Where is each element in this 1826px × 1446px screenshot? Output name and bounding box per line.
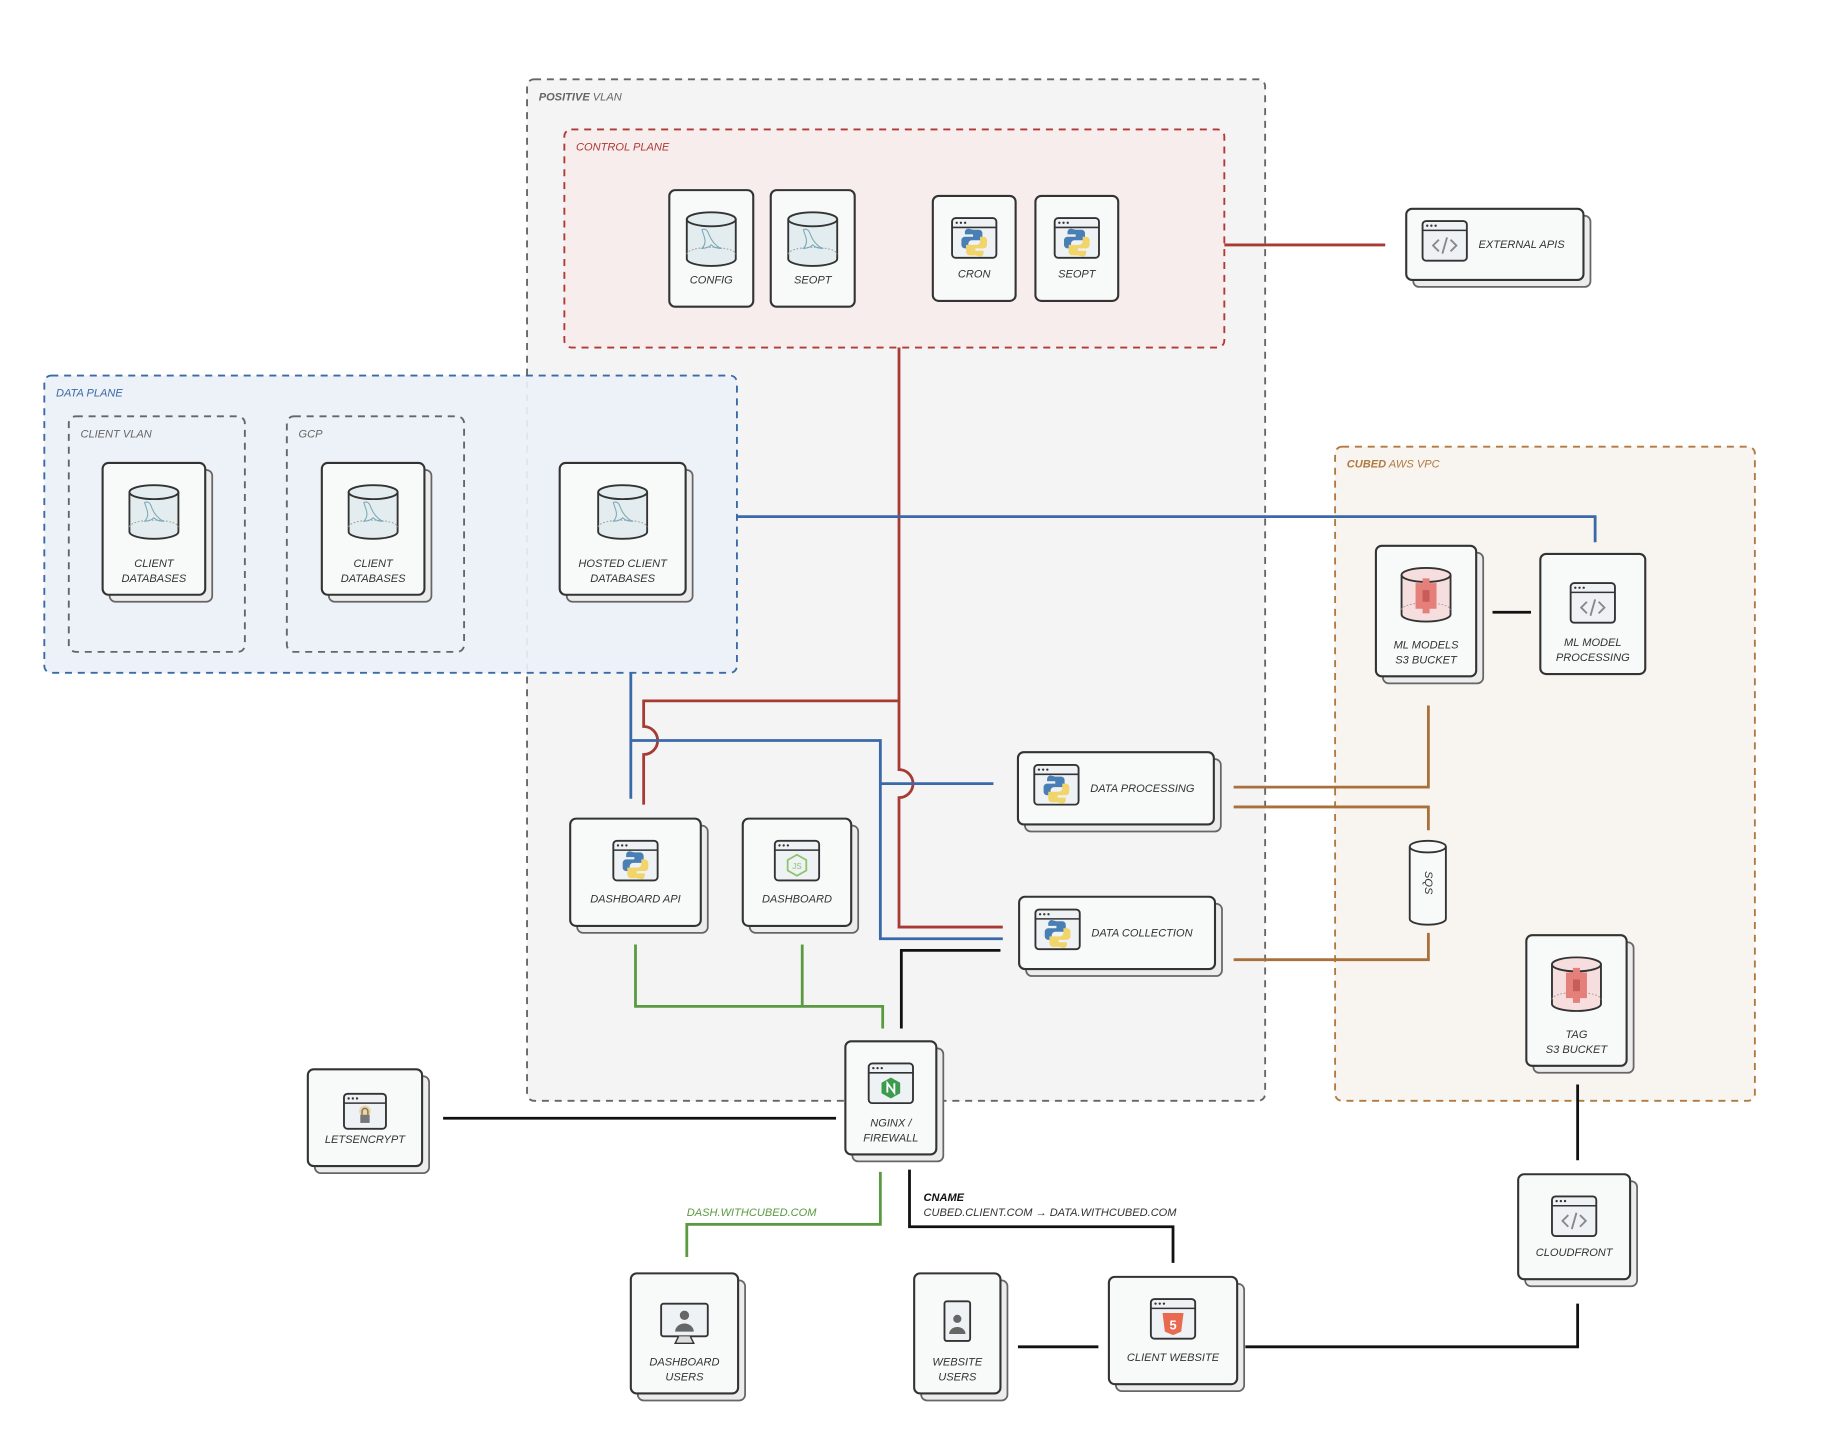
svg-text:JS: JS [792, 862, 802, 871]
node-cloudfront[interactable]: CLOUDFRONT [1517, 1173, 1638, 1288]
node-label: DATA PROCESSING [1090, 783, 1195, 795]
node-label: ML MODELS [1394, 639, 1460, 651]
mysql-database-icon [597, 484, 649, 540]
node-label: CLIENT [134, 558, 175, 570]
group-label: CLIENT VLAN [80, 428, 151, 440]
node-label: PROCESSING [1556, 652, 1630, 664]
group-label: POSITIVE VLAN [539, 91, 622, 103]
node-label: SEOPT [1058, 269, 1097, 281]
group-label-text: CLIENT VLAN [80, 428, 151, 440]
python-window-icon [612, 839, 659, 882]
group-label-text: GCP [299, 428, 324, 440]
node-ml-model-processing[interactable]: ML MODEL PROCESSING [1539, 552, 1647, 676]
node-client-db-gcp[interactable]: CLIENT DATABASES [320, 461, 433, 603]
node-label: FIREWALL [863, 1133, 918, 1145]
code-window-icon [1551, 1195, 1598, 1237]
group-label: GCP [299, 428, 324, 440]
s3-bucket-icon [1551, 956, 1602, 1012]
mysql-database-icon [685, 211, 737, 267]
s3-bucket-icon [1400, 566, 1452, 623]
mysql-database-icon [787, 211, 839, 267]
python-window-icon [951, 217, 998, 259]
node-label: S3 BUCKET [1395, 655, 1458, 667]
node-label: DATABASES [341, 573, 406, 585]
node-label: NGINX / [870, 1117, 913, 1129]
node-data-processing[interactable]: DATA PROCESSING [1016, 751, 1222, 833]
nodejs-window-icon: JS [773, 839, 821, 882]
python-window-icon [1033, 764, 1080, 806]
python-window-icon [1053, 217, 1100, 259]
cname-value: CUBED.CLIENT.COM → DATA.WITHCUBED.COM [923, 1207, 1177, 1219]
node-client-website[interactable]: 5 CLIENT WEBSITE [1107, 1275, 1246, 1393]
node-website-users[interactable]: WEBSITE USERS [913, 1272, 1009, 1402]
cname-title: CNAME [923, 1192, 964, 1204]
node-data-collection[interactable]: DATA COLLECTION [1018, 895, 1223, 977]
node-label: TAG [1566, 1029, 1588, 1041]
node-nginx[interactable]: NGINX / FIREWALL [844, 1040, 945, 1163]
code-window-icon [1569, 582, 1616, 624]
python-window-icon [1034, 908, 1081, 951]
node-seopt-py[interactable]: SEOPT [1034, 194, 1120, 302]
node-seopt-db[interactable]: SEOPT [769, 189, 856, 308]
node-external-apis[interactable]: EXTERNAL APIS [1405, 207, 1592, 288]
node-label: DASHBOARD [762, 894, 832, 906]
html5-window-icon: 5 [1149, 1298, 1197, 1340]
node-label: CLOUDFRONT [1536, 1247, 1614, 1259]
group-label-text: VLAN [590, 91, 622, 103]
node-label: DATA COLLECTION [1091, 927, 1192, 939]
node-label: USERS [665, 1372, 704, 1384]
group-label: CUBED AWS VPC [1347, 459, 1441, 471]
node-label: CONFIG [690, 274, 733, 286]
node-dashboard[interactable]: JS DASHBOARD [741, 817, 860, 934]
group-label: DATA PLANE [56, 388, 123, 400]
node-label: DASHBOARD API [590, 894, 681, 906]
group-label-text: DATA PLANE [56, 388, 123, 400]
node-label: CRON [958, 269, 991, 281]
node-label: HOSTED CLIENT [578, 558, 668, 570]
group-control-plane: CONTROL PLANE [563, 128, 1226, 349]
node-sqs[interactable]: SQS [1408, 839, 1447, 926]
code-window-icon [1421, 220, 1468, 262]
node-cron[interactable]: CRON [931, 194, 1017, 302]
group-label-bold: POSITIVE [539, 91, 591, 103]
node-label: DATABASES [590, 573, 655, 585]
svg-text:5: 5 [1169, 1317, 1176, 1332]
node-tag-s3[interactable]: TAG S3 BUCKET [1525, 934, 1635, 1074]
node-label: CLIENT WEBSITE [1127, 1352, 1220, 1364]
node-ml-models-s3[interactable]: ML MODELS S3 BUCKET [1374, 544, 1485, 685]
node-label: DATABASES [122, 573, 187, 585]
node-label: S3 BUCKET [1546, 1044, 1609, 1056]
node-label: SQS [1422, 871, 1434, 895]
node-dashboard-users[interactable]: DASHBOARD USERS [629, 1272, 746, 1402]
node-label: SEOPT [794, 274, 833, 286]
mysql-database-icon [128, 484, 180, 540]
group-label-text: AWS VPC [1386, 459, 1440, 471]
dash-domain-label: DASH.WITHCUBED.COM [687, 1207, 817, 1219]
node-label: ML MODEL [1564, 637, 1622, 649]
node-config[interactable]: CONFIG [668, 189, 755, 308]
phone-user-icon [943, 1300, 972, 1342]
lock-window-icon [343, 1092, 387, 1130]
node-label: WEBSITE [932, 1356, 982, 1368]
group-label: CONTROL PLANE [576, 141, 670, 153]
mysql-database-icon [347, 484, 399, 540]
node-label: EXTERNAL APIS [1479, 239, 1566, 251]
group-label-bold: CUBED [1347, 459, 1386, 471]
nginx-window-icon [867, 1062, 914, 1105]
node-label: DASHBOARD [649, 1356, 719, 1368]
node-client-db-vlan[interactable]: CLIENT DATABASES [101, 461, 214, 603]
node-dashboard-api[interactable]: DASHBOARD API [569, 817, 709, 934]
node-hosted-client-db[interactable]: HOSTED CLIENT DATABASES [558, 461, 694, 603]
group-label-text: CONTROL PLANE [576, 141, 670, 153]
node-label: LETSENCRYPT [325, 1134, 406, 1146]
node-label: USERS [938, 1372, 977, 1384]
node-letsencrypt[interactable]: LETSENCRYPT [306, 1068, 430, 1174]
architecture-diagram: POSITIVE VLAN CONTROL PLANE DATA PLANE CLIE… [43, 78, 1756, 1402]
node-label: CLIENT [353, 558, 394, 570]
public-connection-line [1245, 1303, 1580, 1349]
